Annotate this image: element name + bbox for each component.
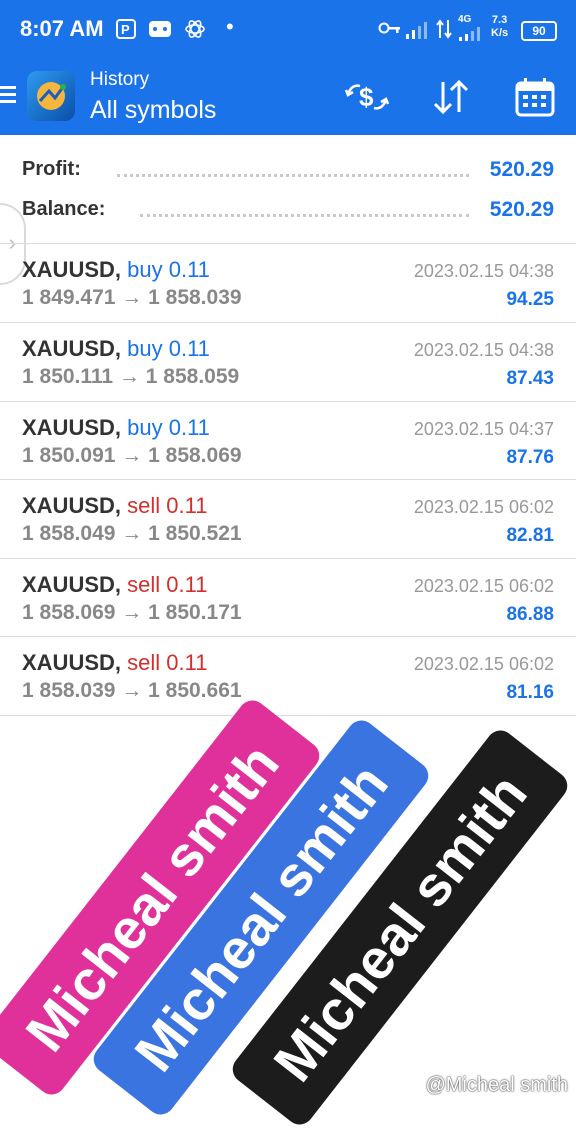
gamepad-icon [148,18,172,46]
profit-value: 520.29 [481,158,554,182]
deal-row[interactable]: XAUUSD, sell 0.11 1 858.039 → 1 850.661 … [0,636,576,715]
status-time: 8:07 AM [20,16,104,41]
sort-icon[interactable] [430,76,472,118]
deal-symbol: XAUUSD, [22,415,122,440]
deal-side: sell 0.11 [127,572,208,597]
deal-date: 2023.02.15 04:38 [413,261,554,281]
calendar-icon[interactable] [514,76,556,118]
deal-open-price: 1 850.111 [22,365,114,388]
deal-row[interactable]: XAUUSD, buy 0.11 1 850.111 → 1 858.059 2… [0,322,576,401]
deal-open-price: 1 858.039 [22,679,116,702]
deal-profit: 86.88 [506,604,554,625]
balance-value: 520.29 [481,198,554,222]
arrow-right-icon: → [121,522,143,545]
deal-profit: 87.76 [506,447,554,468]
deal-close-price: 1 858.039 [148,286,242,309]
deal-row[interactable]: XAUUSD, sell 0.11 1 858.049 → 1 850.521 … [0,479,576,558]
data-transfer-icon [436,18,452,46]
arrow-right-icon: → [121,444,143,467]
deal-close-price: 1 858.069 [148,444,242,467]
deal-open-price: 1 858.049 [22,522,116,545]
key-icon [378,20,402,42]
arrow-right-icon: → [121,286,143,309]
deal-side: buy 0.11 [127,336,210,361]
toolbar-title[interactable]: All symbols [90,96,216,125]
speed-value: 7.3 [491,14,508,26]
deal-profit: 87.43 [506,368,554,389]
deal-side: buy 0.11 [127,415,210,440]
arrow-right-icon: → [121,679,143,702]
app-logo [27,71,75,121]
list-divider [0,715,576,716]
network-type: 4G [458,14,472,25]
deal-symbol: XAUUSD, [22,572,122,597]
menu-icon[interactable] [0,82,18,108]
deal-side: buy 0.11 [127,257,210,282]
deal-close-price: 1 858.059 [145,365,240,388]
deal-close-price: 1 850.521 [148,522,242,545]
deal-symbol: XAUUSD, [22,336,122,361]
parking-icon: P [115,18,137,46]
balance-row: Balance: 520.29 [22,192,554,226]
deal-open-price: 1 850.091 [22,444,116,467]
deal-date: 2023.02.15 06:02 [413,576,554,596]
deal-date: 2023.02.15 04:37 [413,419,554,439]
app-toolbar: History All symbols $ [0,62,576,135]
profit-row: Profit: 520.29 [22,152,554,186]
deal-row[interactable]: XAUUSD, buy 0.11 1 850.091 → 1 858.069 2… [0,401,576,480]
toolbar-subtitle: History [90,69,150,90]
svg-text:$: $ [359,82,374,112]
balance-label: Balance: [22,198,114,221]
deal-close-price: 1 850.661 [148,679,242,702]
deal-close-price: 1 850.171 [148,601,242,624]
profit-label: Profit: [22,158,89,181]
deal-profit: 94.25 [506,289,554,310]
speed-unit: K/s [491,27,509,39]
deal-open-price: 1 849.471 [22,286,116,309]
network-speed: 7.3 K/s [491,14,508,40]
deal-side: sell 0.11 [127,493,208,518]
deal-date: 2023.02.15 06:02 [413,654,554,674]
dotted-leader [117,174,469,177]
arrow-right-icon: → [118,365,140,388]
deal-profit: 82.81 [506,525,554,546]
dotted-leader [140,214,469,217]
deal-side: sell 0.11 [127,650,208,675]
status-bar: 8:07 AM P • 4G 7.3 K/s 90 [0,0,576,62]
signal-icon-2 [458,26,484,48]
dot-icon: • [226,14,234,39]
deal-symbol: XAUUSD, [22,493,122,518]
deal-symbol: XAUUSD, [22,650,122,675]
deal-date: 2023.02.15 04:38 [413,340,554,360]
currency-exchange-icon[interactable]: $ [344,76,390,118]
signal-icon [405,20,431,46]
atom-icon [184,18,206,46]
svg-text:P: P [121,22,130,37]
arrow-right-icon: → [121,601,143,624]
watermark: @Micheal smith [425,1074,568,1096]
deal-row[interactable]: XAUUSD, buy 0.11 1 849.471 → 1 858.039 2… [0,243,576,322]
deal-open-price: 1 858.069 [22,601,116,624]
deal-profit: 81.16 [506,682,554,703]
deal-date: 2023.02.15 06:02 [413,497,554,517]
battery-indicator: 90 [521,21,557,41]
deal-symbol: XAUUSD, [22,257,122,282]
deal-row[interactable]: XAUUSD, sell 0.11 1 858.069 → 1 850.171 … [0,558,576,637]
